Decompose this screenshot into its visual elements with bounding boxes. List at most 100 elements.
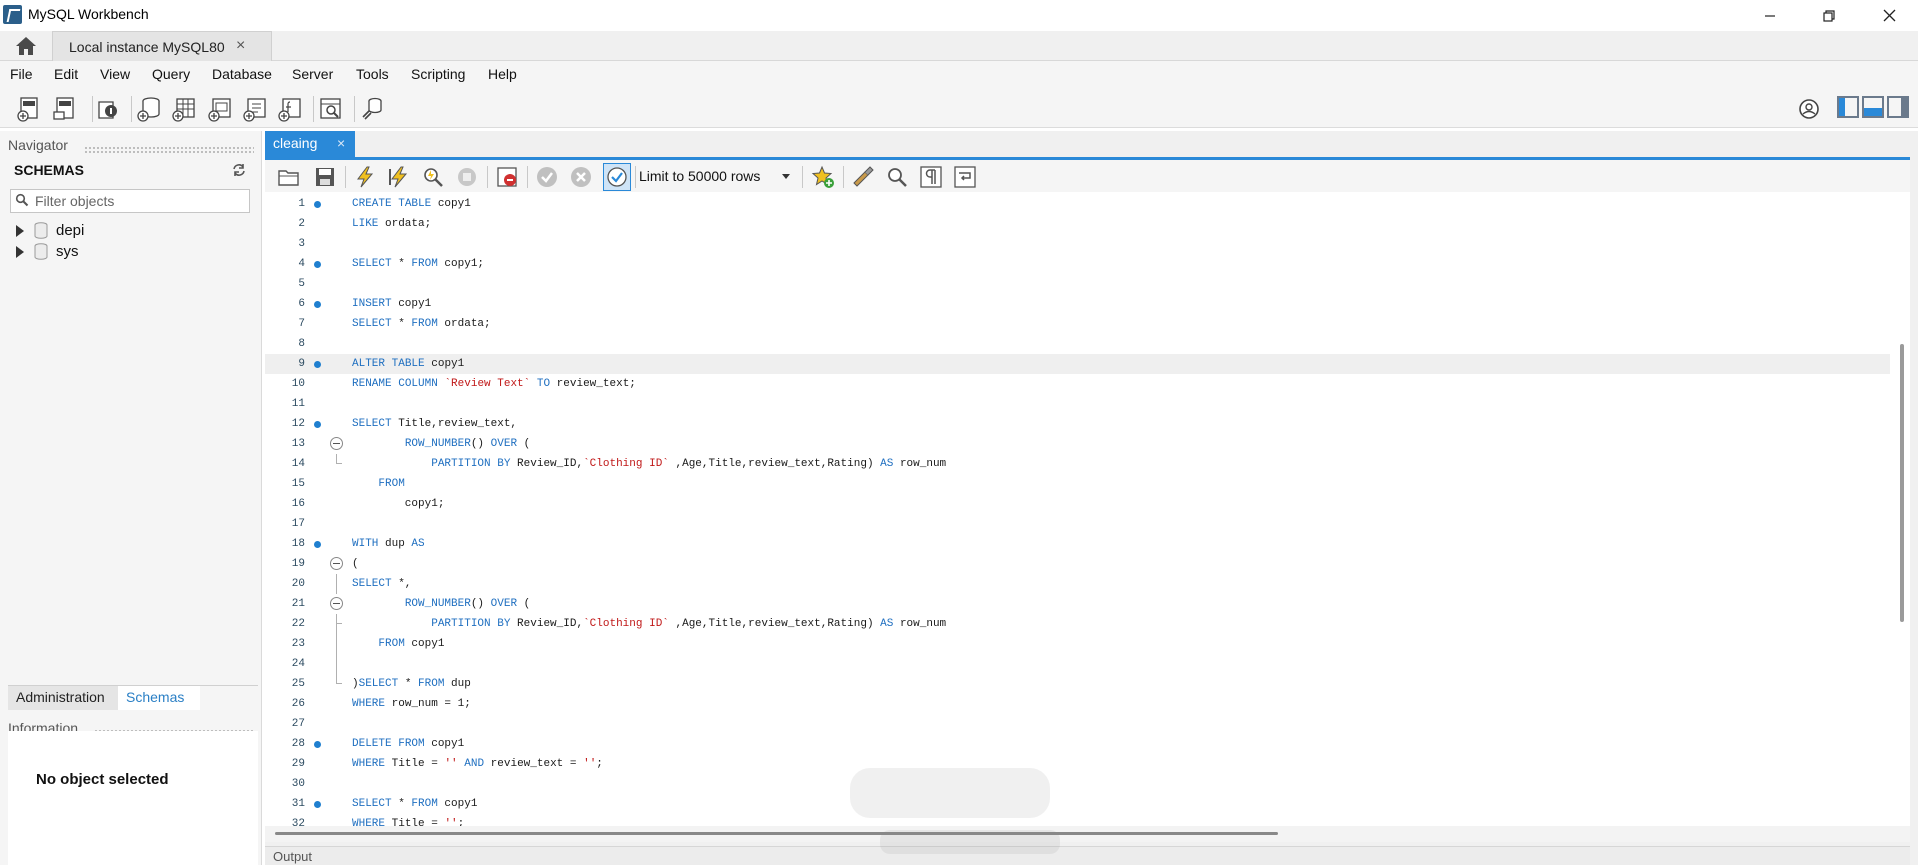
code-line[interactable]: 3	[265, 234, 1890, 254]
tab-local-instance[interactable]: Local instance MySQL80 ×	[52, 31, 272, 61]
toggle-sidebar-icon[interactable]	[1837, 96, 1859, 118]
tab-sql-cleaing[interactable]: cleaing ×	[265, 131, 355, 157]
minimize-icon[interactable]	[1747, 4, 1793, 30]
horizontal-scroll-thumb[interactable]	[275, 832, 1278, 835]
menu-edit[interactable]: Edit	[54, 66, 78, 82]
code-line[interactable]: 24	[265, 654, 1890, 674]
code-line[interactable]: 27	[265, 714, 1890, 734]
autocommit-icon[interactable]	[603, 163, 631, 191]
word-wrap-icon[interactable]	[953, 165, 977, 189]
code-line[interactable]: 13 ROW_NUMBER() OVER (	[265, 434, 1890, 454]
code-line[interactable]: 1 CREATE TABLE copy1	[265, 194, 1890, 214]
stop-icon[interactable]	[455, 165, 479, 189]
statement-marker-icon[interactable]	[314, 361, 321, 368]
toggle-secondary-sidebar-icon[interactable]	[1887, 96, 1909, 118]
invisible-chars-icon[interactable]	[919, 165, 943, 189]
rollback-icon[interactable]	[569, 165, 593, 189]
statement-marker-icon[interactable]	[314, 301, 321, 308]
create-function-icon[interactable]	[277, 96, 303, 122]
code-line[interactable]: 2 LIKE ordata;	[265, 214, 1890, 234]
horizontal-scrollbar[interactable]	[265, 826, 1910, 842]
code-line[interactable]: 26 WHERE row_num = 1;	[265, 694, 1890, 714]
code-line[interactable]: 6 INSERT copy1	[265, 294, 1890, 314]
vertical-scrollbar[interactable]	[1900, 344, 1904, 622]
code-line[interactable]: 11	[265, 394, 1890, 414]
code-line[interactable]: 30	[265, 774, 1890, 794]
create-view-icon[interactable]	[207, 96, 233, 122]
statement-marker-icon[interactable]	[314, 801, 321, 808]
new-sql-tab-icon[interactable]	[16, 96, 42, 122]
tab-schemas[interactable]: Schemas	[118, 686, 200, 710]
code-line[interactable]: 31 SELECT * FROM copy1	[265, 794, 1890, 814]
create-procedure-icon[interactable]	[242, 96, 268, 122]
folder-open-icon[interactable]	[277, 165, 301, 189]
code-line[interactable]: 21 ROW_NUMBER() OVER (	[265, 594, 1890, 614]
code-line[interactable]: 16 copy1;	[265, 494, 1890, 514]
code-line[interactable]: 25)SELECT * FROM dup	[265, 674, 1890, 694]
refresh-icon[interactable]	[230, 161, 248, 179]
sql-code-editor[interactable]: 1 CREATE TABLE copy1 2 LIKE ordata; 3 4 SELECT…	[265, 192, 1910, 826]
close-tab-icon[interactable]: ×	[337, 135, 345, 151]
expand-arrow-icon[interactable]	[16, 246, 24, 258]
schema-item-depi[interactable]: depi	[14, 221, 214, 241]
code-line[interactable]: 17	[265, 514, 1890, 534]
menu-query[interactable]: Query	[152, 66, 190, 82]
code-line[interactable]: 28 DELETE FROM copy1	[265, 734, 1890, 754]
menu-server[interactable]: Server	[292, 66, 333, 82]
beautify-icon[interactable]	[851, 165, 875, 189]
code-line[interactable]: 9 ALTER TABLE copy1	[265, 354, 1890, 374]
commit-icon[interactable]	[535, 165, 559, 189]
close-icon[interactable]	[1866, 4, 1912, 30]
statement-marker-icon[interactable]	[314, 541, 321, 548]
menu-tools[interactable]: Tools	[356, 66, 389, 82]
create-table-icon[interactable]	[171, 96, 197, 122]
inspector-icon[interactable]	[95, 96, 121, 122]
code-line[interactable]: 4 SELECT * FROM copy1;	[265, 254, 1890, 274]
bookmark-icon[interactable]	[811, 165, 835, 189]
menu-database[interactable]: Database	[212, 66, 272, 82]
tab-administration[interactable]: Administration	[8, 686, 118, 710]
explain-icon[interactable]	[421, 165, 445, 189]
fold-toggle-icon[interactable]	[330, 437, 343, 450]
filter-objects-input[interactable]	[35, 192, 245, 210]
code-line[interactable]: 5	[265, 274, 1890, 294]
code-line[interactable]: 19 (	[265, 554, 1890, 574]
statement-marker-icon[interactable]	[314, 741, 321, 748]
code-line[interactable]: 12 SELECT Title,review_text,	[265, 414, 1890, 434]
execute-icon[interactable]	[353, 165, 377, 189]
execute-statement-icon[interactable]	[387, 165, 411, 189]
fold-toggle-icon[interactable]	[330, 597, 343, 610]
code-line[interactable]: 23 FROM copy1	[265, 634, 1890, 654]
open-sql-script-icon[interactable]	[52, 96, 78, 122]
create-schema-icon[interactable]	[136, 96, 162, 122]
code-line[interactable]: 10 RENAME COLUMN `Review Text` TO review_…	[265, 374, 1890, 394]
maximize-icon[interactable]	[1806, 4, 1852, 30]
code-line[interactable]: 18 WITH dup AS	[265, 534, 1890, 554]
limit-rows-select[interactable]: Limit to 50000 rows	[637, 165, 797, 187]
code-line[interactable]: 14 PARTITION BY Review_ID,`Clothing ID` …	[265, 454, 1890, 474]
fold-toggle-icon[interactable]	[330, 557, 343, 570]
menu-view[interactable]: View	[100, 66, 130, 82]
code-line[interactable]: 8	[265, 334, 1890, 354]
statement-marker-icon[interactable]	[314, 261, 321, 268]
statement-marker-icon[interactable]	[314, 421, 321, 428]
code-line[interactable]: 7 SELECT * FROM ordata;	[265, 314, 1890, 334]
reconnect-icon[interactable]	[360, 96, 386, 122]
close-tab-icon[interactable]: ×	[236, 37, 245, 55]
filter-objects-field[interactable]	[10, 189, 250, 213]
schema-item-sys[interactable]: sys	[14, 242, 214, 262]
menu-scripting[interactable]: Scripting	[411, 66, 465, 82]
code-line[interactable]: 32 WHERE Title = '';	[265, 814, 1890, 826]
search-table-data-icon[interactable]	[318, 96, 344, 122]
code-line[interactable]: 29 WHERE Title = '' AND review_text = '';	[265, 754, 1890, 774]
code-line[interactable]: 20 SELECT *,	[265, 574, 1890, 594]
save-icon[interactable]	[313, 165, 337, 189]
toggle-output-panel-icon[interactable]	[1862, 96, 1884, 118]
statement-marker-icon[interactable]	[314, 201, 321, 208]
menu-file[interactable]: File	[10, 66, 33, 82]
find-icon[interactable]	[885, 165, 909, 189]
code-line[interactable]: 15 FROM	[265, 474, 1890, 494]
menu-help[interactable]: Help	[488, 66, 517, 82]
home-icon[interactable]	[14, 35, 38, 57]
account-icon[interactable]	[1797, 97, 1823, 123]
